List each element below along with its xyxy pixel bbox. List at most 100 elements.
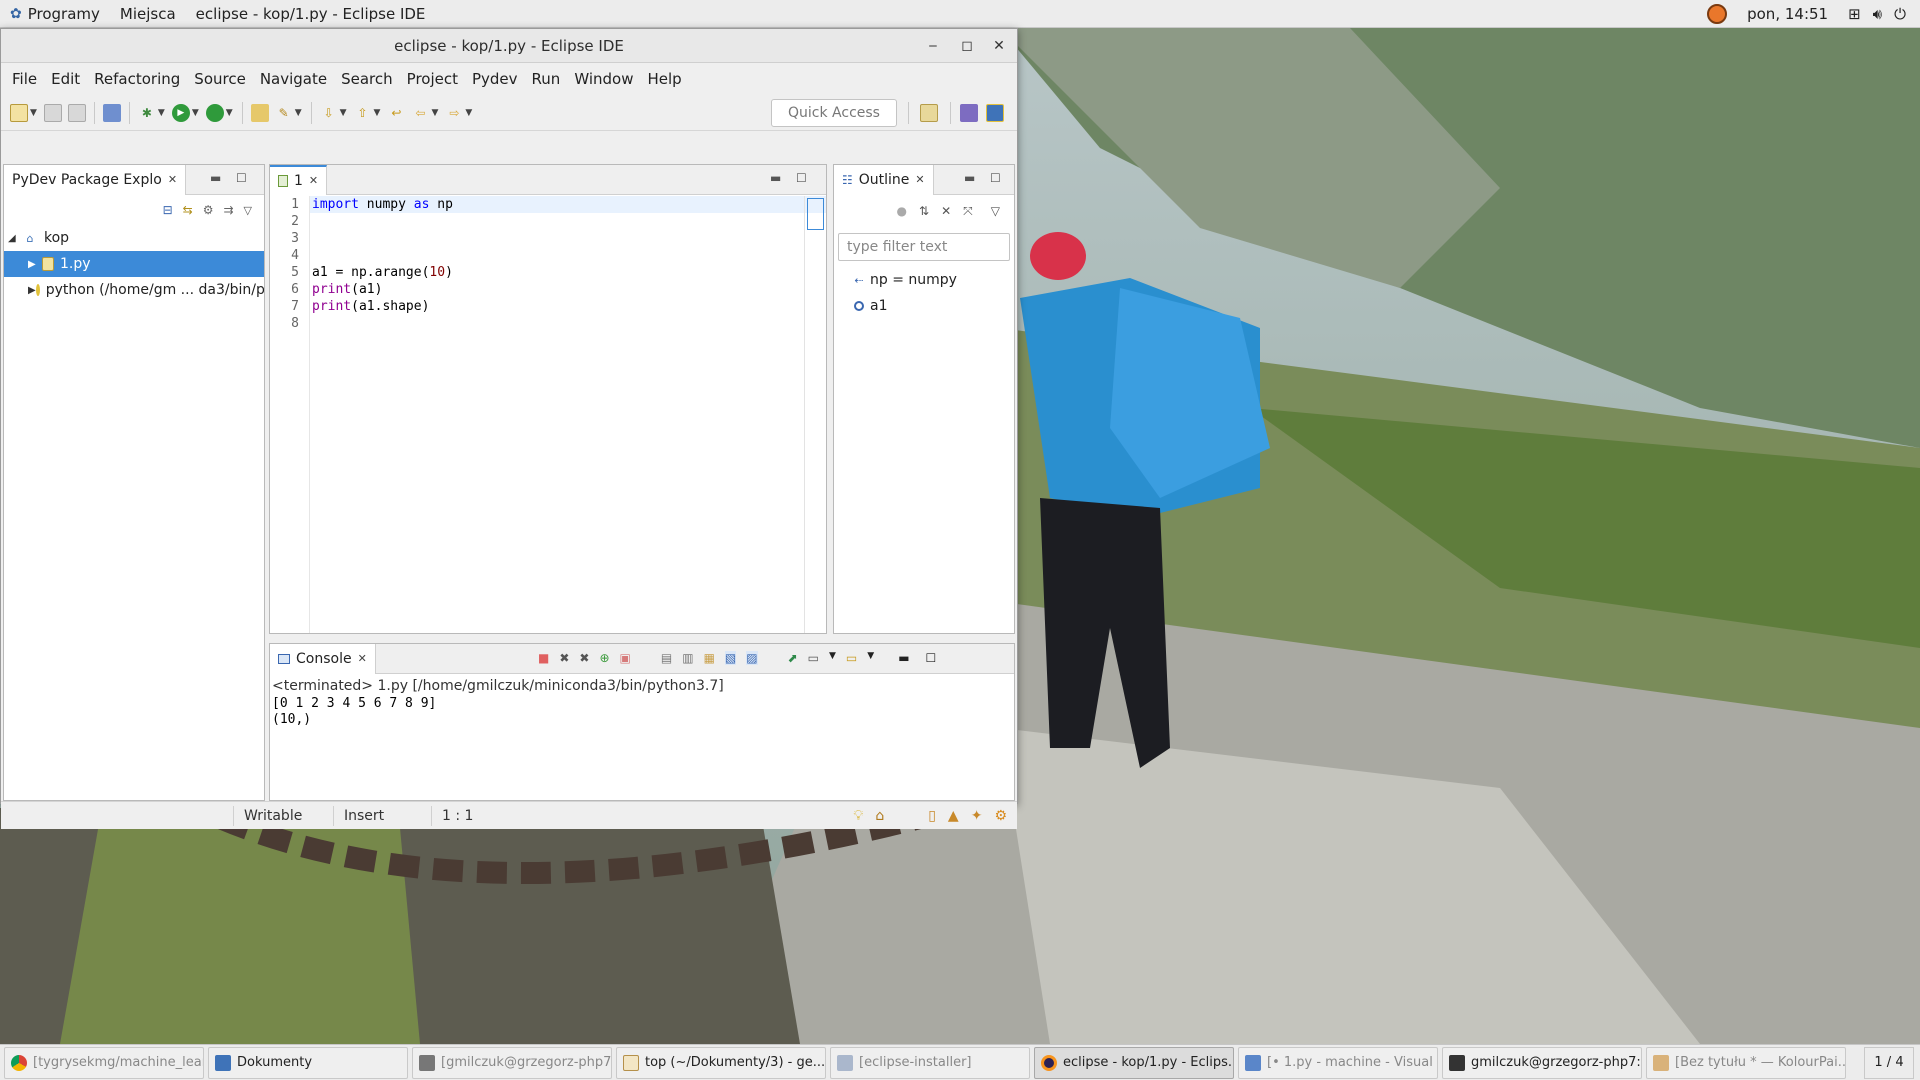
tab-console[interactable]: Console ✕: [270, 643, 376, 674]
open-perspective-icon[interactable]: [920, 104, 938, 122]
new-icon[interactable]: [10, 103, 28, 122]
menu-refactoring[interactable]: Refactoring: [87, 70, 187, 88]
new-console-icon[interactable]: ⊕: [599, 651, 609, 665]
minimize-view-icon[interactable]: ▬: [210, 171, 221, 185]
menu-file[interactable]: File: [5, 70, 44, 88]
tip-lightbulb-icon[interactable]: 💡︎: [854, 808, 864, 824]
tab-package-explorer[interactable]: PyDev Package Explo ✕: [4, 164, 187, 195]
hide-fields-icon[interactable]: ●: [897, 204, 907, 218]
menu-project[interactable]: Project: [400, 70, 465, 88]
tab-outline[interactable]: ☷ Outline ✕: [834, 164, 934, 195]
close-tab-icon[interactable]: ✕: [309, 174, 318, 187]
tree-item-1py[interactable]: ▶ 1.py: [4, 251, 264, 277]
minimize-view-icon[interactable]: ▬: [770, 171, 781, 185]
display-console-icon[interactable]: ▭: [808, 651, 819, 665]
close-tab-icon[interactable]: ✕: [168, 173, 177, 186]
tray-app-indicator[interactable]: [1697, 0, 1737, 28]
view-menu-icon[interactable]: ▽: [991, 204, 1000, 218]
back-dropdown-icon[interactable]: ▼: [431, 108, 438, 118]
previous-annotation-icon[interactable]: ⇧: [354, 104, 372, 122]
overview-ruler[interactable]: [804, 196, 826, 633]
places-menu[interactable]: Miejsca: [110, 0, 186, 28]
show-on-stdout-icon[interactable]: ▧: [724, 651, 737, 665]
back-icon[interactable]: ⇦: [411, 104, 429, 122]
display-console-dropdown-icon[interactable]: ▼: [829, 651, 836, 665]
close-tab-icon[interactable]: ✕: [358, 652, 367, 665]
graduation-cap-icon[interactable]: ▲: [948, 808, 959, 824]
word-wrap-icon[interactable]: ▦: [704, 651, 715, 665]
customize-icon[interactable]: ⇉: [223, 203, 233, 217]
task-terminal-2[interactable]: gmilczuk@grzegorz-php7:...: [1442, 1046, 1642, 1079]
workspace-switcher[interactable]: 1 / 4: [1864, 1046, 1914, 1079]
open-console-dropdown-icon[interactable]: ▼: [867, 651, 874, 665]
last-edit-icon[interactable]: ↩: [387, 104, 405, 122]
clock[interactable]: pon, 14:51: [1737, 0, 1838, 28]
sort-alpha-icon[interactable]: ⇅: [919, 204, 929, 218]
terminate-icon[interactable]: ■: [538, 651, 549, 665]
forward-dropdown-icon[interactable]: ▼: [465, 108, 472, 118]
external-tools-icon[interactable]: [205, 103, 224, 122]
task-eclipse-installer[interactable]: [eclipse-installer]: [830, 1046, 1030, 1079]
minimize-view-icon[interactable]: ▬: [964, 171, 975, 185]
apps-menu[interactable]: ✿ Programy: [0, 0, 110, 28]
save-all-icon[interactable]: [67, 103, 86, 122]
menu-search[interactable]: Search: [334, 70, 400, 88]
active-window-title[interactable]: eclipse - kop/1.py - Eclipse IDE: [186, 0, 436, 28]
menu-source[interactable]: Source: [187, 70, 253, 88]
annotation-dropdown-icon[interactable]: ▼: [295, 108, 302, 118]
minimize-view-icon[interactable]: ▬: [898, 651, 909, 665]
console-output[interactable]: <terminated> 1.py [/home/gmilczuk/minico…: [270, 674, 1014, 732]
previous-annotation-dropdown-icon[interactable]: ▼: [374, 108, 381, 118]
task-vscode[interactable]: [• 1.py - machine - Visual ...: [1238, 1046, 1438, 1079]
menu-edit[interactable]: Edit: [44, 70, 87, 88]
gear-icon[interactable]: ⚙: [994, 808, 1007, 824]
task-files[interactable]: Dokumenty: [208, 1046, 408, 1079]
debug-icon[interactable]: ✱: [138, 104, 156, 122]
expand-all-icon[interactable]: ⤧: [963, 204, 973, 219]
collapse-all-icon[interactable]: ✕: [941, 204, 951, 218]
menu-run[interactable]: Run: [525, 70, 568, 88]
task-terminal-1[interactable]: [gmilczuk@grzegorz-php7...: [412, 1046, 612, 1079]
minimize-button[interactable]: ‒: [917, 29, 949, 63]
run-icon[interactable]: ▶: [171, 103, 190, 122]
scroll-lock-icon[interactable]: ▥: [682, 651, 693, 665]
close-tab-icon[interactable]: ✕: [915, 173, 924, 186]
menu-window[interactable]: Window: [567, 70, 640, 88]
clear-console-disabled-icon[interactable]: ▣: [620, 651, 631, 665]
menu-pydev[interactable]: Pydev: [465, 70, 525, 88]
next-annotation-dropdown-icon[interactable]: ▼: [340, 108, 347, 118]
task-browser[interactable]: [tygrysekmg/machine_lear...: [4, 1046, 204, 1079]
open-folder-icon[interactable]: [250, 103, 269, 122]
outline-filter-input[interactable]: type filter text: [838, 233, 1010, 261]
book-icon[interactable]: ▯: [928, 808, 936, 824]
external-tools-dropdown-icon[interactable]: ▼: [226, 108, 233, 118]
menu-help[interactable]: Help: [640, 70, 688, 88]
task-eclipse[interactable]: eclipse - kop/1.py - Eclips...: [1034, 1046, 1234, 1079]
remove-launch-icon[interactable]: ✖: [559, 651, 569, 665]
expanded-arrow-icon[interactable]: ◢: [8, 233, 22, 244]
outline-item-np[interactable]: ⇠ np = numpy: [834, 267, 1014, 293]
filters-icon[interactable]: ⚙: [203, 203, 214, 217]
forward-icon[interactable]: ⇨: [445, 104, 463, 122]
progress-icon[interactable]: ⌂: [875, 808, 884, 824]
system-menu[interactable]: ⊞ 🔊︎ ⏻: [1838, 0, 1920, 28]
new-dropdown-icon[interactable]: ▼: [30, 108, 37, 118]
close-button[interactable]: ✕: [983, 29, 1015, 63]
collapsed-arrow-icon[interactable]: ▶: [28, 259, 42, 270]
pydev-perspective-icon[interactable]: [986, 104, 1004, 122]
annotation-icon[interactable]: ✎: [275, 104, 293, 122]
debug-perspective-icon[interactable]: [960, 104, 978, 122]
run-dropdown-icon[interactable]: ▼: [192, 108, 199, 118]
save-icon[interactable]: [43, 103, 62, 122]
task-kolourpaint[interactable]: [Bez tytułu * — KolourPai...: [1646, 1046, 1846, 1079]
link-with-editor-icon[interactable]: ⇆: [183, 203, 193, 217]
tree-item-kop[interactable]: ◢ ⌂ kop: [4, 225, 264, 251]
tab-editor-1py[interactable]: 1 ✕: [270, 164, 328, 195]
show-on-stderr-icon[interactable]: ▨: [746, 651, 758, 665]
clear-console-icon[interactable]: ▤: [661, 651, 672, 665]
maximize-view-icon[interactable]: ☐: [236, 171, 247, 185]
task-gedit[interactable]: top (~/Dokumenty/3) - ge...: [616, 1046, 826, 1079]
menu-navigate[interactable]: Navigate: [253, 70, 334, 88]
wand-icon[interactable]: ✦: [971, 808, 983, 824]
next-annotation-icon[interactable]: ⇩: [320, 104, 338, 122]
